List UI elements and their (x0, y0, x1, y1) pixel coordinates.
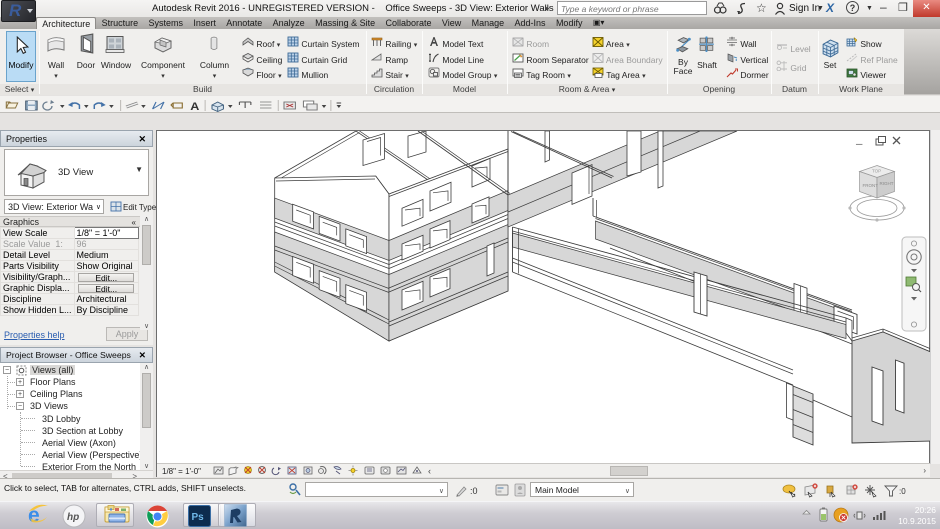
svg-text:RIGHT: RIGHT (880, 181, 894, 186)
svg-text:A: A (190, 100, 200, 112)
svg-text:‹: ‹ (428, 466, 431, 476)
svg-text:─: ─ (855, 139, 863, 149)
svg-text:FRONT: FRONT (863, 183, 879, 188)
svg-text::0: :0 (899, 487, 906, 496)
svg-text:Ps: Ps (192, 512, 205, 523)
svg-text:hp: hp (67, 512, 79, 523)
svg-text:TOP: TOP (872, 169, 881, 174)
